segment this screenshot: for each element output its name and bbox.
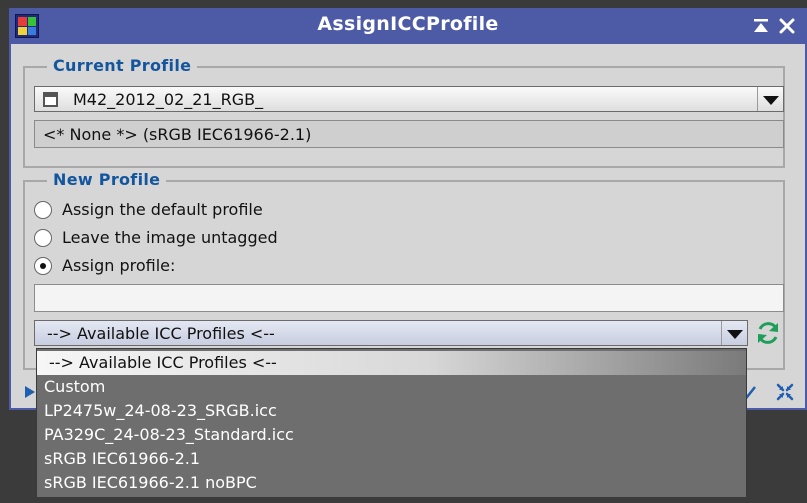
current-profile-info-text: <* None *> (sRGB IEC61966-2.1) [43, 125, 312, 144]
dropdown-item[interactable]: sRGB IEC61966-2.1 [37, 447, 746, 471]
current-profile-info: <* None *> (sRGB IEC61966-2.1) [34, 120, 784, 148]
radio-button[interactable] [34, 201, 52, 219]
available-profiles-dropdown-button[interactable] [721, 321, 747, 345]
title-bar[interactable]: AssignICCProfile [9, 8, 807, 44]
dropdown-item[interactable]: LP2475w_24-08-23_SRGB.icc [37, 399, 746, 423]
dropdown-item[interactable]: sRGB IEC61966-2.1 noBPC [37, 471, 746, 495]
image-view-icon [43, 92, 58, 107]
profile-id-input[interactable] [34, 284, 784, 312]
close-button[interactable] [775, 14, 799, 38]
shade-icon [754, 19, 768, 32]
radio-label: Leave the image untagged [62, 228, 278, 247]
dropdown-item[interactable]: Custom [37, 375, 746, 399]
radio-button[interactable] [34, 257, 52, 275]
chevron-down-icon [727, 330, 743, 339]
dropdown-item[interactable]: PA329C_24-08-23_Standard.icc [37, 423, 746, 447]
close-icon [779, 18, 795, 34]
shade-button[interactable] [749, 14, 773, 38]
radio-label: Assign profile: [62, 256, 176, 275]
current-profile-label: Current Profile [47, 56, 198, 75]
available-profiles-combo[interactable]: --> Available ICC Profiles <-- [34, 320, 748, 346]
view-selector-dropdown-button[interactable] [757, 87, 783, 111]
chevron-down-icon [763, 96, 779, 105]
dropdown-item[interactable]: --> Available ICC Profiles <-- [37, 351, 746, 375]
view-selector-value: M42_2012_02_21_RGB_ [73, 90, 264, 109]
available-profiles-combo-value: --> Available ICC Profiles <-- [47, 324, 275, 343]
view-selector-combo[interactable]: M42_2012_02_21_RGB_ [34, 86, 784, 112]
profiles-dropdown-list: --> Available ICC Profiles <-- Custom LP… [36, 348, 747, 498]
refresh-icon[interactable] [754, 319, 782, 347]
new-profile-label: New Profile [47, 170, 167, 189]
reset-icon[interactable] [775, 382, 795, 402]
window-title: AssignICCProfile [317, 13, 499, 35]
desktop-background [0, 0, 807, 8]
radio-label: Assign the default profile [62, 200, 263, 219]
new-instance-icon[interactable] [23, 384, 37, 400]
current-profile-group [23, 66, 785, 168]
radio-button[interactable] [34, 229, 52, 247]
